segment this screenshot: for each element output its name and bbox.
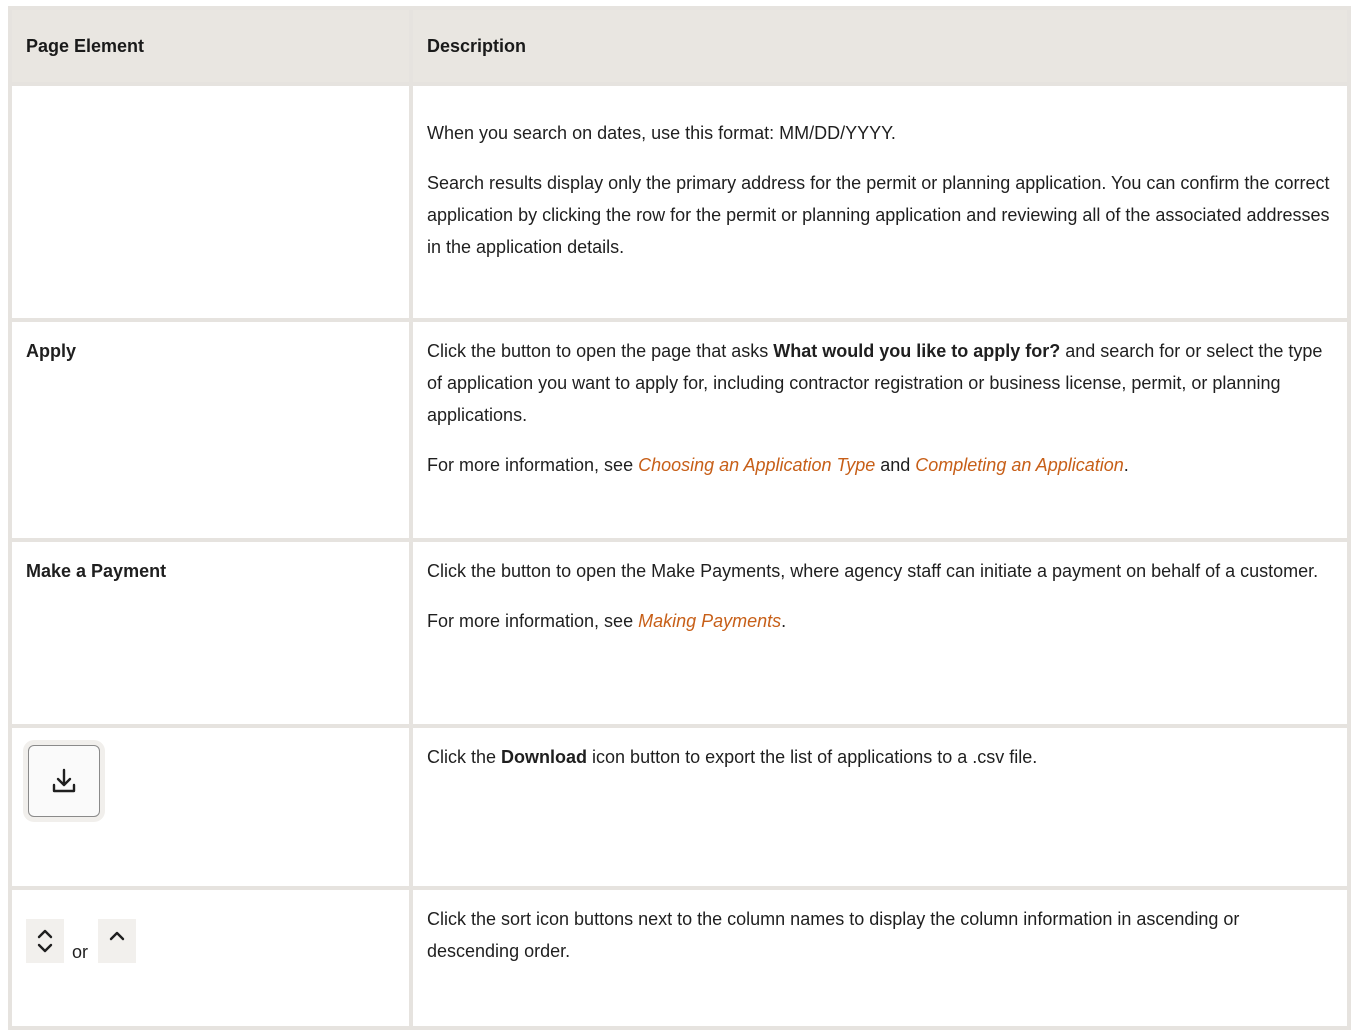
description-paragraph: For more information, see Choosing an Ap… — [427, 455, 1129, 475]
description-paragraph: Click the Download icon button to export… — [427, 747, 1038, 767]
description-paragraph: Click the button to open the Make Paymen… — [427, 561, 1319, 581]
element-cell: Make a Payment — [8, 538, 413, 728]
element-name-make-payment: Make a Payment — [26, 561, 167, 581]
sort-ascending-button[interactable] — [98, 919, 137, 963]
description-cell: Click the Download icon button to export… — [409, 724, 1351, 890]
bold-download: Download — [501, 747, 588, 767]
element-cell — [8, 724, 413, 890]
description-cell: Click the sort icon buttons next to the … — [409, 886, 1351, 1030]
element-cell: or — [8, 886, 413, 1030]
table-row: or Click the sort icon buttons next to t… — [8, 886, 1351, 1030]
sort-up-down-icon — [37, 929, 53, 953]
page-elements-table: Page Element Description When you search… — [8, 6, 1351, 1030]
sort-icons-group: or — [26, 901, 395, 963]
table-row: When you search on dates, use this forma… — [8, 82, 1351, 322]
link-completing-application[interactable]: Completing an Application — [915, 455, 1123, 475]
description-cell: Click the button to open the Make Paymen… — [409, 538, 1351, 728]
or-text: or — [72, 942, 89, 962]
link-choosing-application-type[interactable]: Choosing an Application Type — [638, 455, 875, 475]
description-cell: Click the button to open the page that a… — [409, 318, 1351, 542]
description-paragraph: When you search on dates, use this forma… — [427, 123, 896, 143]
header-page-element: Page Element — [8, 6, 413, 86]
description-paragraph: Click the button to open the page that a… — [427, 341, 1323, 425]
download-icon — [52, 768, 76, 793]
bold-prompt: What would you like to apply for? — [773, 341, 1061, 361]
description-paragraph: For more information, see Making Payment… — [427, 611, 787, 631]
table-row: Make a Payment Click the button to open … — [8, 538, 1351, 728]
table-row: Apply Click the button to open the page … — [8, 318, 1351, 542]
table-header-row: Page Element Description — [8, 6, 1351, 86]
table-row: Click the Download icon button to export… — [8, 724, 1351, 890]
sort-toggle-button[interactable] — [26, 919, 64, 963]
header-description: Description — [409, 6, 1351, 86]
description-paragraph: Search results display only the primary … — [427, 173, 1330, 257]
download-button[interactable] — [28, 745, 100, 817]
element-name-apply: Apply — [26, 341, 77, 361]
description-paragraph: Click the sort icon buttons next to the … — [427, 909, 1240, 961]
element-cell: Apply — [8, 318, 413, 542]
sort-up-icon — [109, 931, 125, 941]
element-cell — [8, 82, 413, 322]
description-cell: When you search on dates, use this forma… — [409, 82, 1351, 322]
link-making-payments[interactable]: Making Payments — [638, 611, 781, 631]
